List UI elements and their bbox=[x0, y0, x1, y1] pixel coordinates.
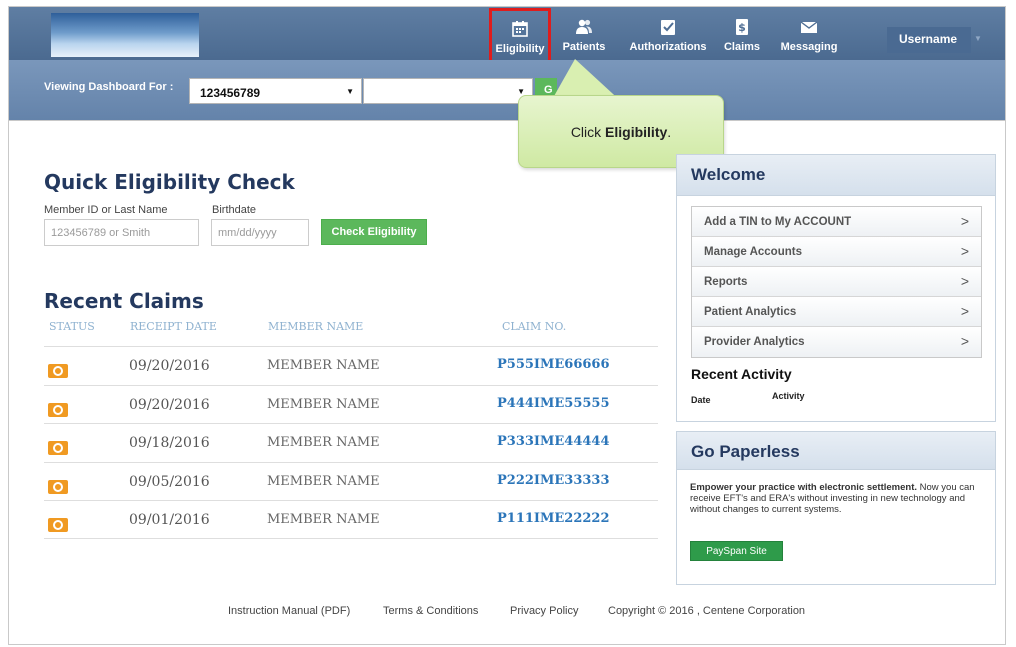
payspan-site-button[interactable]: PaySpan Site bbox=[690, 541, 783, 561]
secondary-select[interactable]: ▼ bbox=[363, 78, 533, 104]
go-paperless-panel: Go Paperless Empower your practice with … bbox=[676, 431, 996, 585]
link-label: Reports bbox=[704, 276, 748, 288]
clock-status-icon bbox=[48, 441, 68, 456]
member-name: MEMBER NAME bbox=[267, 435, 380, 451]
member-name: MEMBER NAME bbox=[267, 512, 380, 528]
link-label: Patient Analytics bbox=[704, 306, 797, 318]
receipt-date: 09/20/2016 bbox=[129, 396, 210, 413]
clock-status-icon bbox=[48, 402, 68, 417]
footer-copyright: Copyright © 2016 , Centene Corporation bbox=[608, 605, 806, 617]
account-select-value: 123456789 bbox=[200, 86, 261, 100]
nav-patients[interactable]: Patients bbox=[561, 7, 607, 60]
clock-status-icon bbox=[48, 479, 68, 494]
welcome-link-list: Add a TIN to My ACCOUNT > Manage Account… bbox=[691, 206, 982, 358]
go-paperless-lead: Empower your practice with electronic se… bbox=[690, 482, 918, 493]
clock-status-icon bbox=[48, 364, 68, 378]
check-eligibility-button[interactable]: Check Eligibility bbox=[321, 219, 427, 245]
footer-instruction-manual-link[interactable]: Instruction Manual (PDF) bbox=[228, 605, 350, 617]
nav-eligibility-label: Eligibility bbox=[495, 43, 545, 55]
claim-number-link[interactable]: P111IME22222 bbox=[497, 511, 610, 526]
column-header-receipt-date: RECEIPT DATE bbox=[130, 320, 217, 333]
welcome-panel: Welcome Add a TIN to My ACCOUNT > Manage… bbox=[676, 154, 996, 422]
chevron-right-icon: > bbox=[960, 243, 969, 259]
go-paperless-title: Go Paperless bbox=[677, 432, 995, 470]
claim-number-link[interactable]: P555IME66666 bbox=[497, 357, 610, 372]
nav-authorizations-label: Authorizations bbox=[629, 41, 707, 53]
callout-prefix: Click bbox=[570, 124, 606, 140]
table-row: 09/01/2016 MEMBER NAME P111IME22222 bbox=[44, 500, 658, 539]
nav-patients-label: Patients bbox=[562, 41, 606, 53]
checklist-icon bbox=[661, 20, 675, 35]
dollar-doc-icon: $ bbox=[736, 19, 748, 35]
people-icon bbox=[576, 19, 592, 34]
chevron-right-icon: > bbox=[960, 333, 969, 349]
member-name: MEMBER NAME bbox=[267, 396, 380, 412]
receipt-date: 09/01/2016 bbox=[129, 512, 210, 529]
table-row: 09/20/2016 MEMBER NAME P555IME66666 bbox=[44, 346, 658, 385]
quick-eligibility-title: Quick Eligibility Check bbox=[44, 170, 295, 194]
table-row: 09/20/2016 MEMBER NAME P444IME55555 bbox=[44, 384, 658, 424]
go-paperless-text: Empower your practice with electronic se… bbox=[690, 482, 988, 515]
receipt-date: 09/18/2016 bbox=[129, 435, 210, 452]
chevron-right-icon: > bbox=[960, 213, 969, 229]
link-provider-analytics[interactable]: Provider Analytics > bbox=[692, 327, 981, 357]
footer-privacy-link[interactable]: Privacy Policy bbox=[510, 605, 578, 617]
link-label: Provider Analytics bbox=[704, 336, 805, 348]
claim-number-link[interactable]: P222IME33333 bbox=[497, 473, 610, 488]
column-header-claim-no: CLAIM NO. bbox=[502, 320, 567, 333]
link-reports[interactable]: Reports > bbox=[692, 267, 981, 297]
username-menu[interactable]: Username bbox=[887, 27, 971, 53]
chevron-right-icon: > bbox=[960, 273, 969, 289]
receipt-date: 09/05/2016 bbox=[129, 473, 210, 490]
footer-terms-link[interactable]: Terms & Conditions bbox=[383, 605, 478, 617]
nav-authorizations[interactable]: Authorizations bbox=[625, 7, 711, 60]
receipt-date: 09/20/2016 bbox=[129, 358, 210, 374]
member-id-label: Member ID or Last Name bbox=[44, 204, 168, 216]
welcome-title: Welcome bbox=[677, 155, 995, 196]
viewing-dashboard-label: Viewing Dashboard For : bbox=[44, 81, 174, 93]
recent-activity-date-header: Date bbox=[691, 395, 711, 405]
logo[interactable] bbox=[51, 13, 199, 57]
table-row: 09/18/2016 MEMBER NAME P333IME44444 bbox=[44, 423, 658, 462]
svg-text:$: $ bbox=[738, 21, 746, 34]
callout-suffix: . bbox=[667, 124, 672, 140]
nav-claims-label: Claims bbox=[723, 41, 761, 53]
callout-emphasis: Eligibility bbox=[605, 124, 668, 140]
nav-messaging-label: Messaging bbox=[780, 41, 838, 53]
member-id-input[interactable]: 123456789 or Smith bbox=[44, 219, 199, 246]
dashboard-filter-bar: Viewing Dashboard For : 123456789 ▼ ▼ G bbox=[9, 60, 1005, 121]
calendar-icon bbox=[512, 21, 528, 37]
column-header-member-name: MEMBER NAME bbox=[268, 320, 364, 333]
link-patient-analytics[interactable]: Patient Analytics > bbox=[692, 297, 981, 327]
nav-eligibility[interactable]: Eligibility bbox=[489, 8, 551, 63]
link-add-tin[interactable]: Add a TIN to My ACCOUNT > bbox=[692, 207, 981, 237]
member-name: MEMBER NAME bbox=[267, 358, 380, 373]
table-row: 09/05/2016 MEMBER NAME P222IME33333 bbox=[44, 461, 658, 501]
recent-claims-table: 09/20/2016 MEMBER NAME P555IME66666 09/2… bbox=[44, 346, 658, 539]
recent-claims-title: Recent Claims bbox=[44, 289, 204, 313]
nav-claims[interactable]: $ Claims bbox=[721, 7, 763, 60]
recent-activity-title: Recent Activity bbox=[691, 366, 792, 382]
link-label: Add a TIN to My ACCOUNT bbox=[704, 216, 852, 228]
top-navbar: Eligibility Patients Authorizations $ Cl… bbox=[9, 7, 1005, 63]
recent-activity-activity-header: Activity bbox=[772, 391, 805, 401]
birthdate-input[interactable]: mm/dd/yyyy bbox=[211, 219, 309, 246]
chevron-right-icon: > bbox=[960, 303, 969, 319]
claim-number-link[interactable]: P444IME55555 bbox=[497, 396, 610, 411]
chevron-down-icon: ▼ bbox=[346, 87, 354, 96]
column-header-status: STATUS bbox=[49, 320, 95, 333]
link-manage-accounts[interactable]: Manage Accounts > bbox=[692, 237, 981, 267]
link-label: Manage Accounts bbox=[704, 246, 802, 258]
app-window: Eligibility Patients Authorizations $ Cl… bbox=[8, 6, 1006, 645]
birthdate-label: Birthdate bbox=[212, 204, 257, 216]
chevron-down-icon[interactable]: ▼ bbox=[974, 34, 982, 43]
member-name: MEMBER NAME bbox=[267, 473, 380, 489]
nav-messaging[interactable]: Messaging bbox=[777, 7, 841, 60]
clock-status-icon bbox=[48, 518, 68, 533]
claim-number-link[interactable]: P333IME44444 bbox=[497, 434, 610, 449]
account-select[interactable]: 123456789 ▼ bbox=[189, 78, 362, 104]
envelope-icon bbox=[800, 21, 818, 33]
